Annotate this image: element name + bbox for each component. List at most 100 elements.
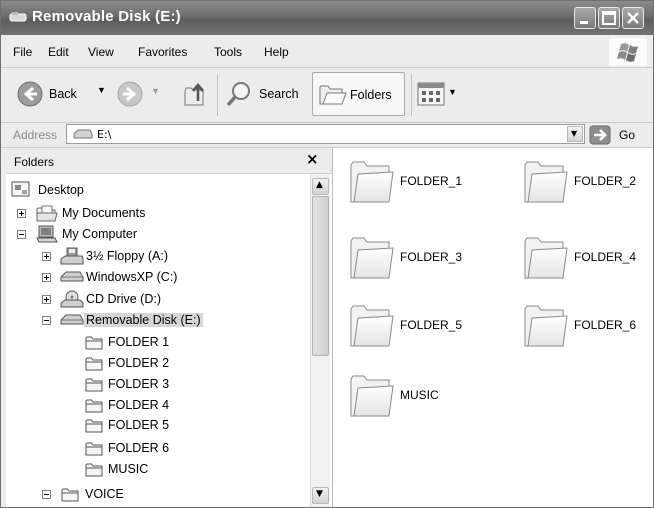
folder-item[interactable]: FOLDER_3 — [347, 234, 497, 290]
explorer-window: Removable Disk (E:) File Edit View Favor… — [0, 0, 654, 508]
go-label: Go — [619, 128, 636, 142]
expand-icon[interactable] — [42, 252, 51, 261]
folder-icon — [347, 372, 395, 423]
folders-scrollbar[interactable]: ▲ ▼ — [310, 174, 330, 507]
folders-button[interactable]: Folders — [312, 72, 405, 116]
toolbar-separator — [411, 74, 412, 116]
expand-icon[interactable] — [17, 209, 26, 218]
folder-item[interactable]: FOLDER_4 — [521, 234, 653, 290]
drive-icon — [9, 10, 27, 24]
tree-item-voice[interactable]: VOICE — [6, 485, 306, 505]
go-button[interactable]: Go — [589, 125, 645, 145]
back-dropdown-icon[interactable]: ▼ — [97, 85, 106, 95]
address-value: E:\ — [97, 128, 112, 141]
expand-icon[interactable] — [42, 273, 51, 282]
folder-icon — [85, 462, 103, 480]
menu-view[interactable]: View — [88, 45, 114, 59]
floppy-drive-icon — [60, 247, 84, 269]
computer-icon — [36, 225, 58, 247]
folder-icon — [85, 441, 103, 459]
collapse-icon[interactable] — [17, 230, 26, 239]
scroll-up-button[interactable]: ▲ — [312, 178, 329, 195]
folder-icon — [521, 302, 569, 353]
search-icon — [225, 80, 253, 111]
minimize-button[interactable] — [574, 7, 596, 29]
collapse-icon[interactable] — [42, 490, 51, 499]
folders-label: Folders — [350, 88, 392, 102]
views-dropdown-icon[interactable]: ▼ — [448, 87, 457, 97]
tree-item-folder-5[interactable]: FOLDER 5 — [6, 416, 306, 436]
cd-drive-icon — [60, 290, 84, 312]
toolbar-separator — [217, 74, 218, 116]
folder-item[interactable]: FOLDER_6 — [521, 302, 653, 358]
menu-bar: File Edit View Favorites Tools Help — [1, 35, 653, 68]
scroll-thumb[interactable] — [312, 196, 329, 356]
tree-item-removable-disk[interactable]: Removable Disk (E:) — [6, 311, 306, 331]
expand-icon[interactable] — [42, 295, 51, 304]
menu-tools[interactable]: Tools — [214, 45, 242, 59]
chevron-up-icon: ▲ — [316, 180, 323, 190]
folder-icon — [85, 356, 103, 374]
menu-favorites[interactable]: Favorites — [138, 45, 187, 59]
drive-icon — [73, 128, 93, 143]
folder-item[interactable]: MUSIC — [347, 372, 497, 428]
folder-icon — [61, 487, 79, 505]
folder-icon — [85, 335, 103, 353]
tree-item-folder-3[interactable]: FOLDER 3 — [6, 375, 306, 395]
tree-item-desktop[interactable]: Desktop — [6, 181, 306, 201]
address-input[interactable]: E:\ ▼ — [66, 124, 585, 144]
tree-item-my-computer[interactable]: My Computer — [6, 225, 306, 245]
back-button[interactable]: Back ▼ — [7, 77, 111, 111]
folder-icon — [347, 234, 395, 285]
folder-item[interactable]: FOLDER_5 — [347, 302, 497, 358]
close-button[interactable] — [622, 7, 644, 29]
back-arrow-icon — [17, 81, 43, 110]
folder-icon — [85, 398, 103, 416]
tree-item-folder-2[interactable]: FOLDER 2 — [6, 354, 306, 374]
collapse-icon[interactable] — [42, 316, 51, 325]
forward-button[interactable]: ▼ — [113, 77, 163, 111]
toolbar: Back ▼ ▼ Search Folders ▼ — [1, 68, 653, 123]
desktop-icon — [11, 181, 31, 202]
folder-icon — [85, 377, 103, 395]
views-button[interactable]: ▼ — [417, 79, 461, 109]
title-bar[interactable]: Removable Disk (E:) — [1, 1, 653, 35]
documents-folder-icon — [36, 205, 58, 225]
up-button[interactable] — [177, 77, 211, 111]
menu-file[interactable]: File — [13, 45, 32, 59]
removable-drive-icon — [60, 314, 84, 329]
tree-item-folder-4[interactable]: FOLDER 4 — [6, 396, 306, 416]
search-label: Search — [259, 87, 299, 101]
tree-item-folder-1[interactable]: FOLDER 1 — [6, 333, 306, 353]
folder-icon — [521, 234, 569, 285]
address-dropdown-button[interactable]: ▼ — [567, 126, 583, 142]
address-bar: Address E:\ ▼ Go — [1, 123, 653, 148]
menu-edit[interactable]: Edit — [48, 45, 69, 59]
folder-icon — [347, 158, 395, 209]
tree-item-folder-6[interactable]: FOLDER 6 — [6, 439, 306, 459]
tree-item-my-documents[interactable]: My Documents — [6, 204, 306, 224]
folders-pane-header: Folders × — [6, 148, 332, 174]
folder-icon — [347, 302, 395, 353]
tree-item-cd-drive[interactable]: CD Drive (D:) — [6, 290, 306, 310]
close-icon[interactable]: × — [306, 150, 319, 168]
folders-pane: Folders × Desktop My Documents My Comput… — [6, 148, 333, 507]
go-arrow-icon — [589, 125, 611, 148]
folder-icon — [521, 158, 569, 209]
forward-arrow-icon — [117, 81, 143, 110]
tree-item-music[interactable]: MUSIC — [6, 460, 306, 480]
search-button[interactable]: Search — [223, 77, 307, 111]
scroll-down-button[interactable]: ▼ — [312, 487, 329, 504]
folder-item[interactable]: FOLDER_2 — [521, 158, 653, 214]
chevron-down-icon: ▼ — [571, 129, 578, 138]
tree-item-floppy-drive[interactable]: 3½ Floppy (A:) — [6, 247, 306, 267]
window-title: Removable Disk (E:) — [32, 8, 181, 25]
menu-help[interactable]: Help — [264, 45, 289, 59]
tree-item-local-drive-c[interactable]: WindowsXP (C:) — [6, 268, 306, 288]
maximize-button[interactable] — [598, 7, 620, 29]
file-list-pane: FOLDER_1 FOLDER_2 FOLDER_3 FOLDER_4 FOLD… — [333, 148, 653, 507]
folders-pane-title: Folders — [14, 155, 55, 169]
folder-item[interactable]: FOLDER_1 — [347, 158, 497, 214]
up-folder-icon — [181, 80, 209, 111]
forward-dropdown-icon[interactable]: ▼ — [151, 86, 160, 96]
